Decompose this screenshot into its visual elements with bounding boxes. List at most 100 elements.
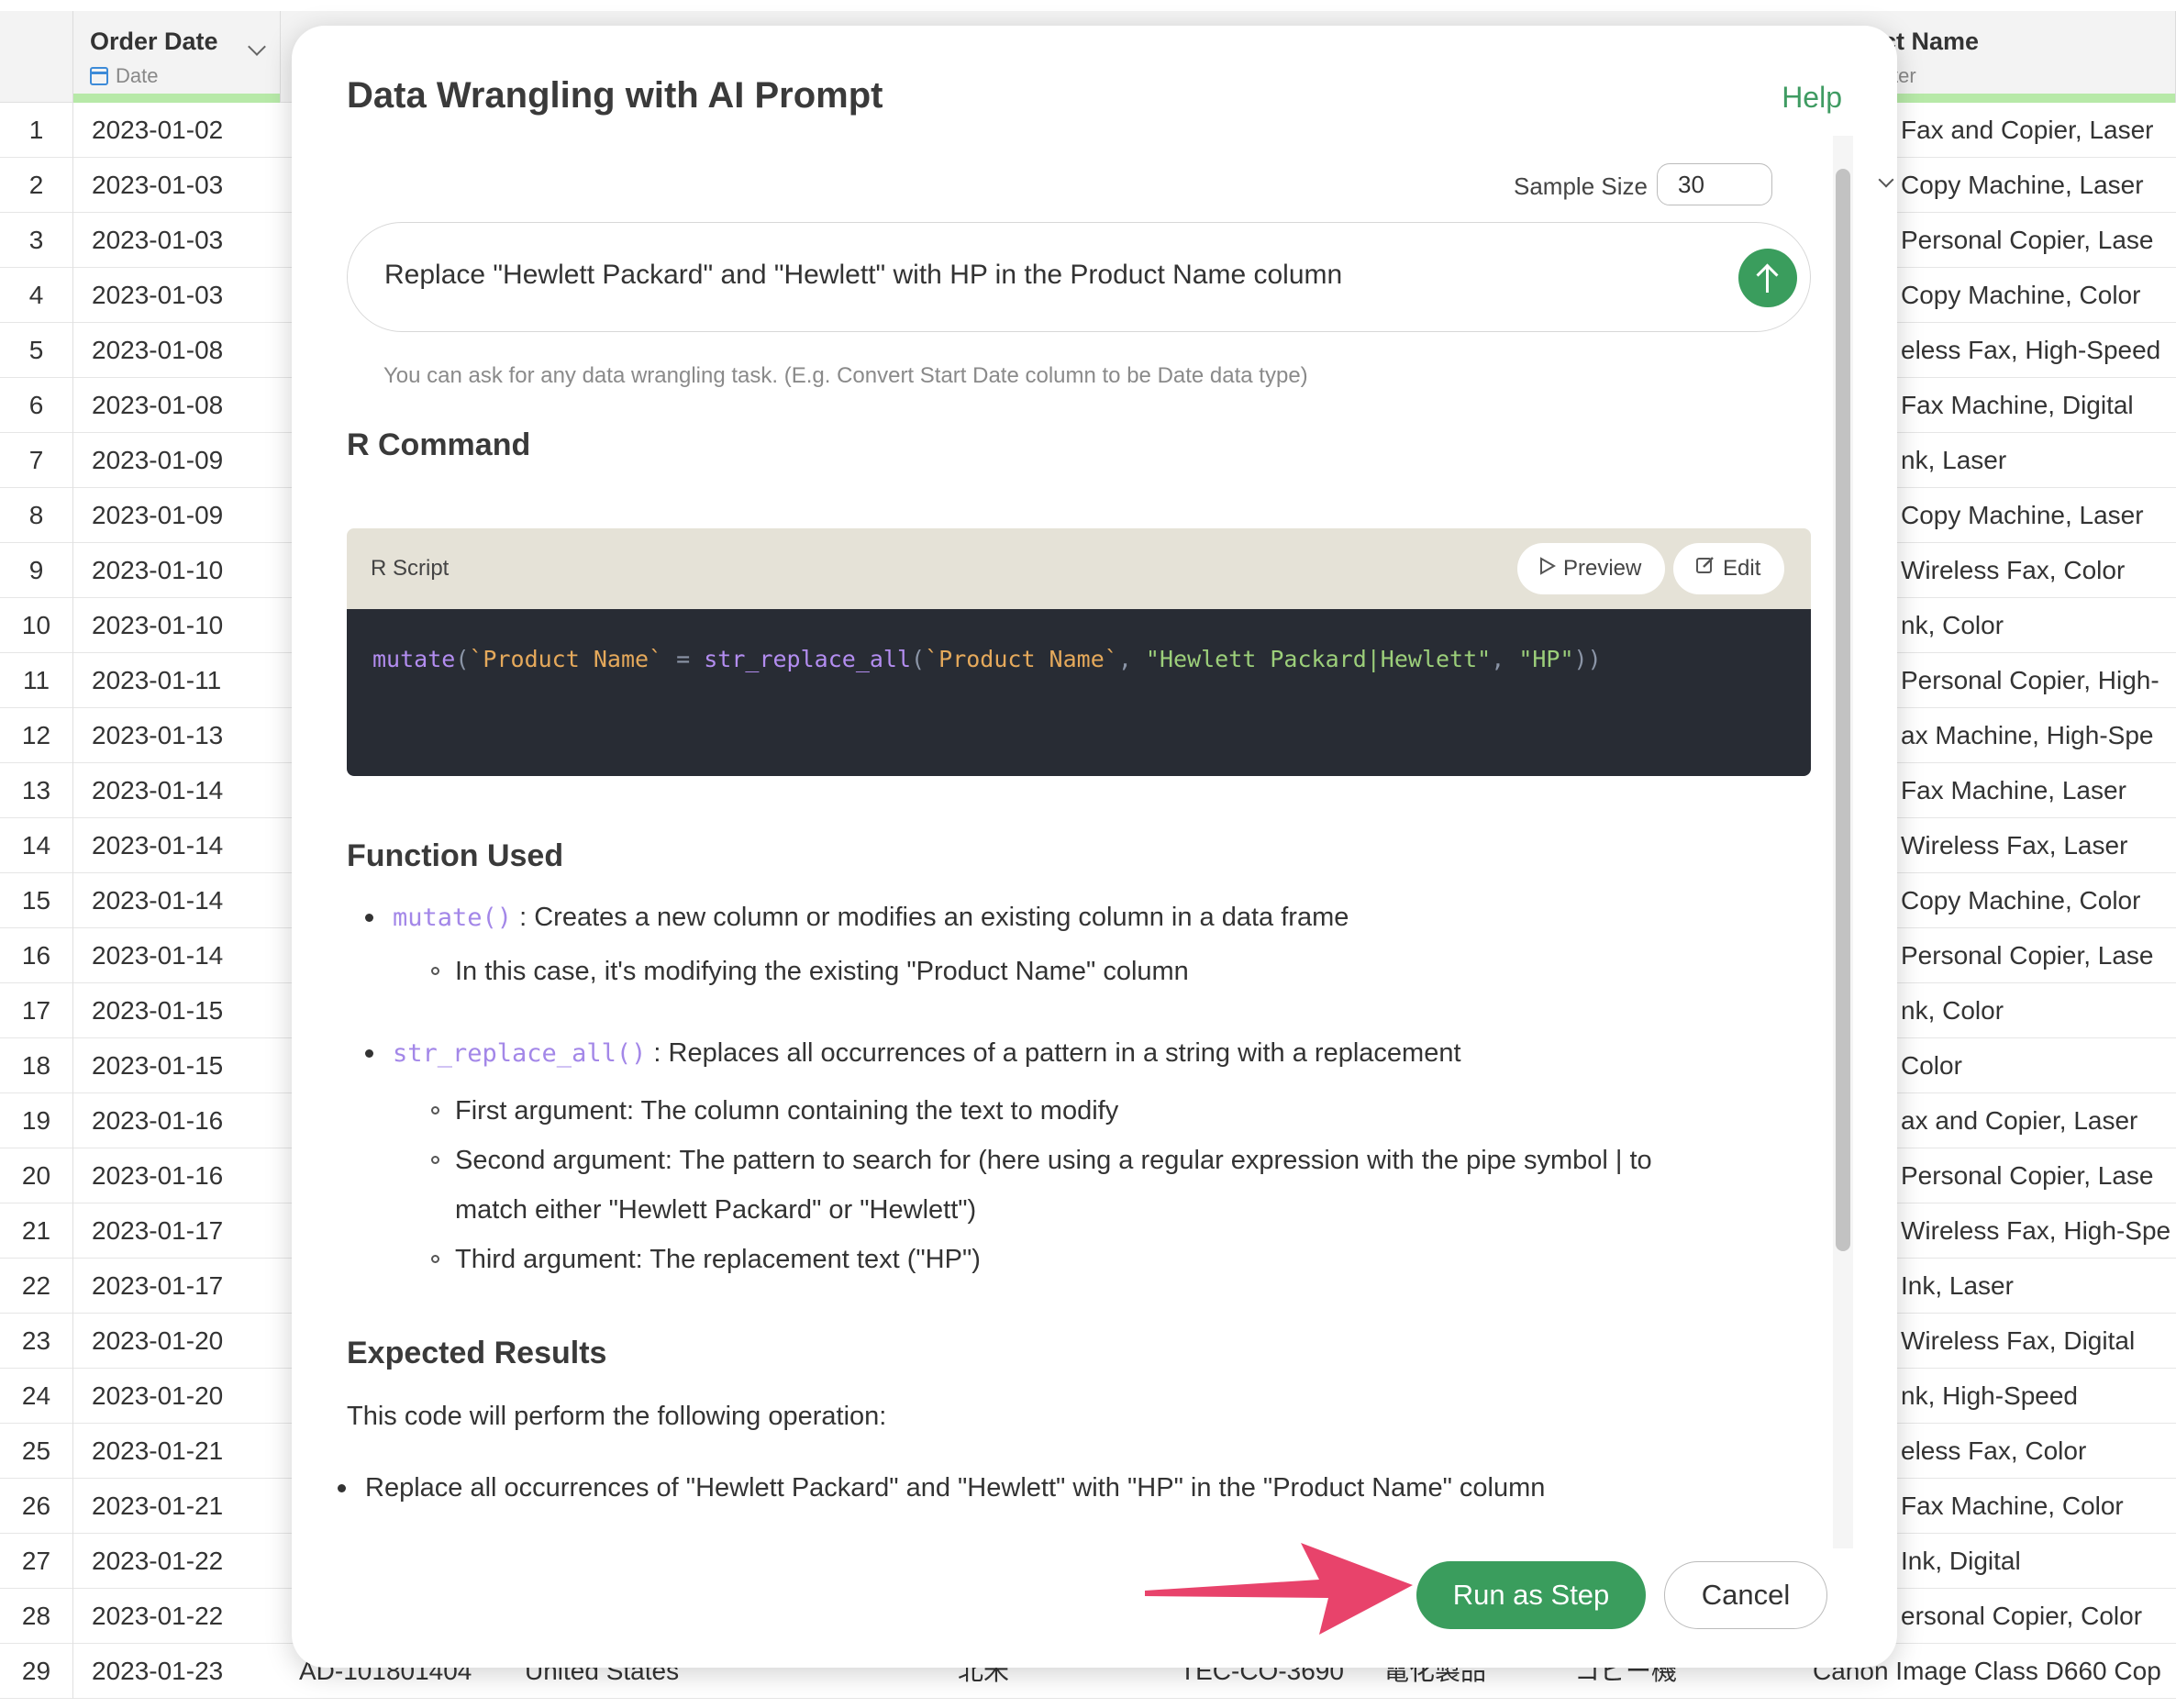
row-number: 3 [0,213,73,268]
run-as-step-button[interactable]: Run as Step [1416,1561,1646,1629]
chevron-down-icon [1878,172,1894,188]
annotation-arrow-icon [1145,1543,1413,1635]
row-number: 11 [0,653,73,708]
column-title: Order Date [90,28,218,55]
column-type: Date [90,64,158,88]
cell-product-name: Fax and Copier, Laser [1901,116,2154,144]
row-number: 14 [0,818,73,873]
cell-product-name: Copy Machine, Laser [1901,171,2144,199]
prompt-text: Replace "Hewlett Packard" and "Hewlett" … [384,260,1343,290]
expected-results-text: This code will perform the following ope… [347,1402,887,1431]
cell-date: 2023-01-22 [92,1602,224,1630]
row-number: 12 [0,708,73,763]
row-number: 1 [0,103,73,158]
cell-date: 2023-01-21 [92,1436,224,1465]
row-number: 4 [0,268,73,323]
cell-date: 2023-01-17 [92,1216,224,1245]
code-line: mutate(`Product Name` = str_replace_all(… [372,646,1602,672]
prompt-input[interactable]: Replace "Hewlett Packard" and "Hewlett" … [347,222,1811,332]
cell-product-name: Copy Machine, Color [1901,281,2141,309]
cell-product-name: ax Machine, High-Spe [1901,721,2154,749]
row-number: 8 [0,488,73,543]
expected-results-list: Replace all occurrences of "Hewlett Pack… [337,1468,1545,1508]
row-number: 20 [0,1148,73,1203]
expected-results-heading: Expected Results [347,1336,607,1370]
row-number: 5 [0,323,73,378]
cell-product-name: Color [1901,1051,1962,1080]
r-script-code[interactable]: mutate(`Product Name` = str_replace_all(… [347,609,1811,776]
cell-product-name: ax and Copier, Laser [1901,1106,2138,1135]
row-number: 25 [0,1424,73,1479]
row-number: 22 [0,1259,73,1314]
r-script-label: R Script [371,556,450,581]
function-sublist: In this case, it's modifying the existin… [391,947,1189,996]
function-item: str_replace_all() : Replaces all occurre… [365,1033,1461,1074]
preview-button[interactable]: Preview [1517,543,1666,594]
cell-date: 2023-01-02 [92,116,224,144]
sample-size-label: Sample Size [1514,172,1648,200]
cell-date: 2023-01-11 [92,666,222,694]
row-number: 13 [0,763,73,818]
cell-product-name: nk, Laser [1901,446,2007,474]
cell-date: 2023-01-09 [92,446,224,474]
cell-product-name: nk, Color [1901,611,2004,639]
cell-product-name: Copy Machine, Laser [1901,501,2144,529]
function-sub-item: First argument: The column containing th… [431,1086,1652,1136]
cell-date: 2023-01-14 [92,831,224,860]
function-sub-item: Third argument: The replacement text ("H… [431,1235,1652,1284]
column-header-row-number [0,11,73,103]
cell-product-name: Personal Copier, High- [1901,666,2159,694]
cell-product-name: Copy Machine, Color [1901,886,2141,915]
cell-date: 2023-01-15 [92,996,224,1025]
cell-product-name: Fax Machine, Color [1901,1492,2124,1520]
cell-date: 2023-01-13 [92,721,224,749]
cell-date: 2023-01-21 [92,1492,224,1520]
row-number: 6 [0,378,73,433]
function-name: mutate() [393,904,513,932]
cell-product-name: Personal Copier, Lase [1901,1161,2154,1190]
cell-date: 2023-01-08 [92,336,224,364]
cell-date: 2023-01-03 [92,171,224,199]
row-number: 7 [0,433,73,488]
scrollbar[interactable] [1833,136,1853,1548]
cell-product-name: Wireless Fax, Laser [1901,831,2128,860]
cell-product-name: Wireless Fax, High-Spe [1901,1216,2171,1245]
column-header-order-date[interactable]: Order Date Date [73,11,281,103]
function-sub-item: In this case, it's modifying the existin… [431,947,1189,996]
row-number: 23 [0,1314,73,1369]
function-list: mutate() : Creates a new column or modif… [364,897,1349,938]
cancel-button[interactable]: Cancel [1664,1561,1827,1629]
row-number: 19 [0,1093,73,1148]
sample-size-control: Sample Size 30 [1514,163,1894,205]
cell-product-name: eless Fax, Color [1901,1436,2087,1465]
r-command-heading: R Command [347,427,531,462]
ai-prompt-dialog: Data Wrangling with AI Prompt Help Sampl… [292,26,1897,1668]
row-number: 10 [0,598,73,653]
cell-product-name: Fax Machine, Digital [1901,391,2134,419]
cell-product-name: Ink, Laser [1901,1271,2014,1300]
row-number: 21 [0,1203,73,1259]
r-script-header: R Script Preview Edit [347,528,1811,609]
chevron-down-icon[interactable] [248,38,266,56]
cell-product-name: nk, High-Speed [1901,1381,2079,1410]
cell-date: 2023-01-14 [92,776,224,804]
send-arrow-up-icon[interactable] [1738,249,1797,307]
cell-product-name: eless Fax, High-Speed [1901,336,2161,364]
cell-date: 2023-01-03 [92,281,224,309]
play-icon [1540,557,1556,575]
prompt-hint: You can ask for any data wrangling task.… [383,363,1308,388]
help-link[interactable]: Help [1782,81,1842,115]
cell-product-name: Personal Copier, Lase [1901,226,2154,254]
column-title: ct Name [1882,28,1980,55]
row-number: 2 [0,158,73,213]
function-item: mutate() : Creates a new column or modif… [364,897,1349,938]
row-number: 16 [0,928,73,983]
cell-date: 2023-01-08 [92,391,224,419]
scrollbar-thumb[interactable] [1836,169,1850,1251]
function-name: str_replace_all() [393,1039,647,1068]
function-used-heading: Function Used [347,838,564,873]
cell-product-name: nk, Color [1901,996,2004,1025]
cell-date: 2023-01-16 [92,1106,224,1135]
edit-button[interactable]: Edit [1673,543,1785,594]
sample-size-select[interactable]: 30 [1657,163,1772,205]
